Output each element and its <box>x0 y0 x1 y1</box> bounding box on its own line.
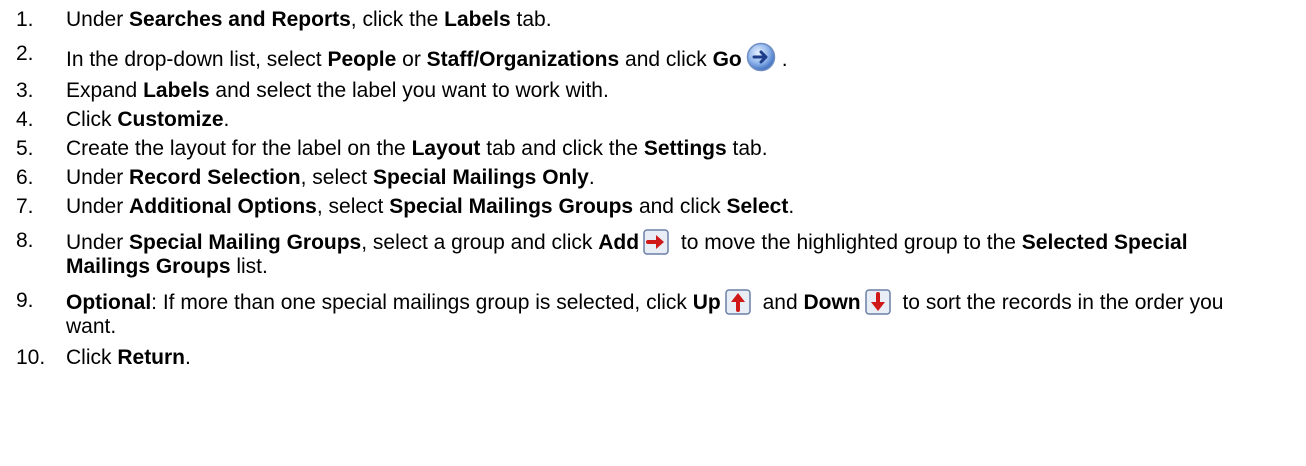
step-text: Click Customize. <box>66 108 230 131</box>
step-number: 4. <box>16 108 34 131</box>
step-number: 1. <box>16 8 34 31</box>
step-text: Create the layout for the label on the L… <box>66 137 768 160</box>
step-4: 4. Click Customize. <box>0 108 1306 132</box>
up-arrow-icon <box>725 289 751 315</box>
step-number: 9. <box>16 289 34 312</box>
step-text: In the drop-down list, select People or … <box>66 42 1266 72</box>
step-text: Under Searches and Reports, click the La… <box>66 8 552 31</box>
step-number: 8. <box>16 229 34 252</box>
step-number: 3. <box>16 79 34 102</box>
step-7: 7. Under Additional Options, select Spec… <box>0 195 1306 219</box>
step-text: Expand Labels and select the label you w… <box>66 79 609 102</box>
step-number: 7. <box>16 195 34 218</box>
step-2: 2. In the drop-down list, select People … <box>0 42 1306 72</box>
add-arrow-icon <box>643 229 669 255</box>
step-10: 10. Click Return. <box>0 346 1306 370</box>
step-text: Click Return. <box>66 346 191 369</box>
step-3: 3. Expand Labels and select the label yo… <box>0 79 1306 103</box>
step-5: 5. Create the layout for the label on th… <box>0 137 1306 161</box>
step-number: 2. <box>16 42 34 65</box>
step-text: Optional: If more than one special maili… <box>66 289 1224 338</box>
go-arrow-icon <box>746 42 776 72</box>
step-number: 10. <box>16 346 46 369</box>
step-number: 5. <box>16 137 34 160</box>
step-6: 6. Under Record Selection, select Specia… <box>0 166 1306 190</box>
step-8: 8. Under Special Mailing Groups, select … <box>0 229 1306 279</box>
labels-term: Labels <box>444 8 511 31</box>
down-arrow-icon <box>864 289 891 315</box>
step-1: 1. Under Searches and Reports, click the… <box>0 8 1306 32</box>
step-9: 9. Optional: If more than one special ma… <box>0 289 1306 339</box>
step-number: 6. <box>16 166 34 189</box>
searches-and-reports-term: Searches and Reports <box>129 8 351 31</box>
instruction-steps: 1. Under Searches and Reports, click the… <box>0 0 1306 370</box>
step-text: Under Special Mailing Groups, select a g… <box>66 229 1188 278</box>
step-text: Under Record Selection, select Special M… <box>66 166 595 189</box>
step-text: Under Additional Options, select Special… <box>66 195 795 218</box>
